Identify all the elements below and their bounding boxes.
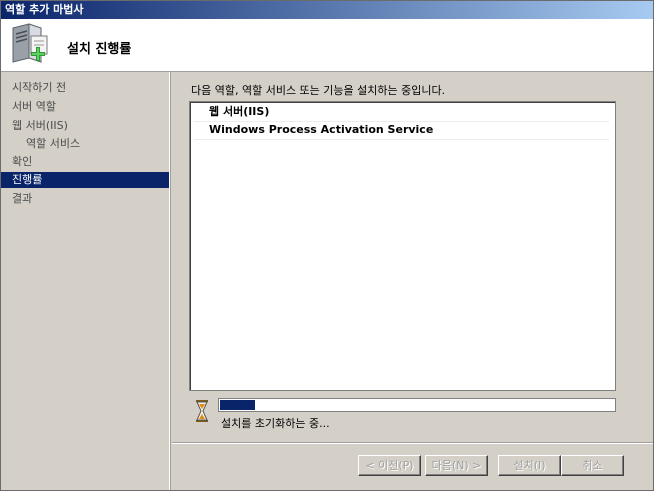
step-web-server-iis[interactable]: 웹 서버(IIS) — [1, 118, 169, 134]
wizard-window: 역할 추가 마법사 설치 진행률 시작하기 전 서버 역할 웹 서버(IIS) … — [0, 0, 654, 491]
title-bar[interactable]: 역할 추가 마법사 — [1, 1, 653, 19]
button-bar: < 이전(P) 다음(N) > 설치(I) 취소 — [172, 442, 653, 490]
step-confirmation[interactable]: 확인 — [1, 154, 169, 170]
list-item-was: Windows Process Activation Service — [209, 123, 434, 136]
cancel-button[interactable]: 취소 — [561, 455, 624, 476]
step-before-you-begin[interactable]: 시작하기 전 — [1, 80, 169, 96]
wizard-header: 설치 진행률 — [1, 19, 653, 72]
step-progress[interactable]: 진행률 — [1, 172, 169, 188]
step-results[interactable]: 결과 — [1, 191, 169, 207]
hourglass-icon — [196, 400, 208, 422]
window-title: 역할 추가 마법사 — [5, 3, 84, 16]
status-text: 설치를 초기화하는 중... — [221, 417, 330, 430]
progress-fill — [220, 400, 255, 410]
previous-button[interactable]: < 이전(P) — [358, 455, 421, 476]
list-divider — [194, 139, 609, 140]
main-panel: 다음 역할, 역할 서비스 또는 기능을 설치하는 중입니다. 웹 서버(IIS… — [172, 72, 653, 442]
page-title: 설치 진행률 — [67, 42, 132, 57]
install-items-list[interactable]: 웹 서버(IIS) Windows Process Activation Ser… — [189, 101, 616, 391]
list-item-web-server: 웹 서버(IIS) — [209, 105, 270, 118]
step-server-roles[interactable]: 서버 역할 — [1, 99, 169, 115]
install-progress-bar — [218, 398, 616, 412]
server-add-icon — [12, 23, 48, 63]
intro-text: 다음 역할, 역할 서비스 또는 기능을 설치하는 중입니다. — [191, 84, 446, 97]
wizard-step-list: 시작하기 전 서버 역할 웹 서버(IIS) 역할 서비스 확인 진행률 결과 — [1, 72, 170, 490]
install-button[interactable]: 설치(I) — [498, 455, 561, 476]
next-button[interactable]: 다음(N) > — [425, 455, 488, 476]
step-role-services[interactable]: 역할 서비스 — [1, 136, 169, 152]
